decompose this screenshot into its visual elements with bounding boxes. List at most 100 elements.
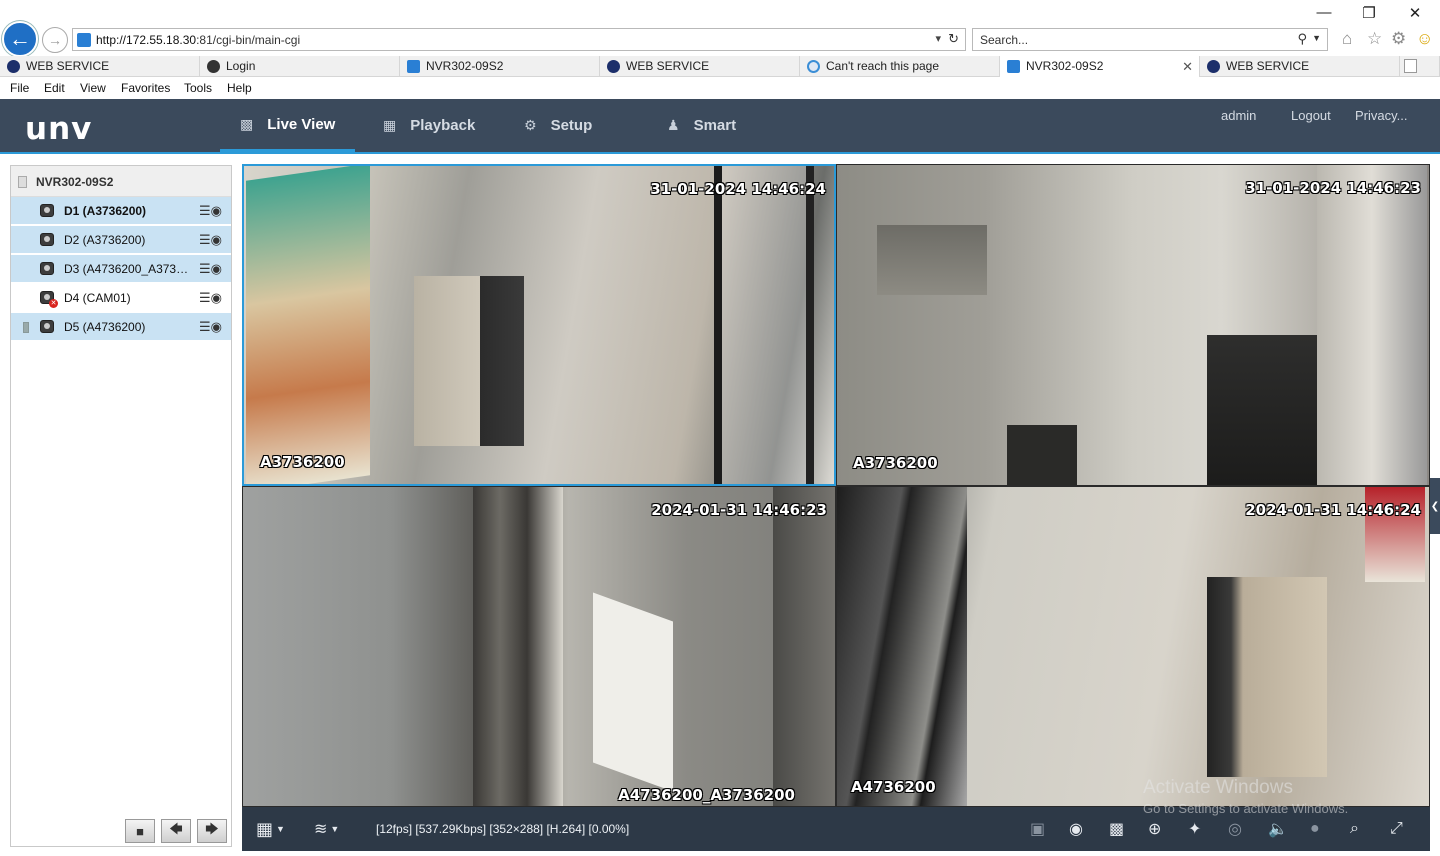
close-window-button[interactable]: ✕ bbox=[1400, 4, 1430, 22]
privacy-link[interactable]: Privacy... bbox=[1355, 108, 1408, 123]
camera-label: D2 (A3736200) bbox=[64, 233, 146, 247]
globe-icon bbox=[607, 60, 620, 73]
new-tab-button[interactable] bbox=[1400, 56, 1440, 77]
channel-osd: A4736200 bbox=[851, 778, 936, 796]
unv-logo: unv bbox=[25, 111, 93, 147]
3d-zoom-icon: ⌕ bbox=[1350, 820, 1359, 837]
home-icon[interactable]: ⌂ bbox=[1342, 29, 1352, 49]
refresh-icon[interactable]: ↻ bbox=[948, 31, 959, 47]
activate-windows-watermark: Activate Windows bbox=[1143, 777, 1293, 798]
video-tile-2[interactable]: 31-01-2024 14:46:23 A3736200 bbox=[836, 164, 1430, 486]
stop-all-button[interactable]: ■ bbox=[125, 819, 155, 843]
pillar bbox=[773, 487, 835, 806]
chevron-left-icon: ❮ bbox=[1430, 500, 1440, 512]
layout-grid-icon: ▦ bbox=[256, 818, 274, 839]
app-header: unv ▩ Live View ▦ Playback ⚙ Setup ♟ Smart a… bbox=[0, 99, 1440, 154]
stream-info-text: [12fps] [537.29Kbps] [352×288] [H.264] [… bbox=[376, 822, 630, 836]
stop-icon: ■ bbox=[136, 823, 144, 839]
smiley-feedback-icon[interactable]: ☺ bbox=[1416, 29, 1433, 49]
start-live-icon[interactable]: ☰◉ bbox=[199, 290, 222, 305]
electrical-panel bbox=[877, 225, 987, 295]
next-page-button[interactable]: 🡆 bbox=[197, 819, 227, 843]
poster-image bbox=[246, 166, 370, 484]
device-tree-root[interactable]: NVR302-09S2 bbox=[11, 166, 231, 197]
settings-gear-icon[interactable]: ⚙ bbox=[1391, 29, 1406, 49]
dropdown-arrow-icon: ▼ bbox=[330, 824, 340, 834]
timestamp-osd: 2024-01-31 14:46:23 bbox=[651, 501, 827, 519]
camera-row-d4[interactable]: ✕ D4 (CAM01) ☰◉ bbox=[11, 284, 231, 312]
forward-button[interactable]: → bbox=[42, 27, 68, 53]
camera-icon bbox=[40, 204, 54, 217]
search-icon[interactable]: ⚲ bbox=[1297, 31, 1307, 47]
camera-row-d2[interactable]: D2 (A3736200) ☰◉ bbox=[11, 226, 231, 254]
person-icon: ♟ bbox=[667, 117, 680, 133]
channel-osd: A3736200 bbox=[853, 454, 938, 472]
search-field[interactable]: Search... ⚲ ▼ bbox=[972, 28, 1328, 51]
3d-zoom-button[interactable]: ⌕ bbox=[1350, 807, 1359, 851]
snapshot-button[interactable]: ◉ bbox=[1069, 807, 1083, 851]
gear-icon: ⚙ bbox=[524, 117, 537, 133]
zoom-icon: ⊕ bbox=[1148, 821, 1162, 838]
camera-row-d5[interactable]: D5 (A4736200) ☰◉ bbox=[11, 313, 231, 341]
url-dropdown-icon[interactable]: ▾ bbox=[935, 32, 941, 45]
start-live-icon[interactable]: ☰◉ bbox=[199, 319, 222, 334]
menu-favorites[interactable]: Favorites bbox=[121, 81, 170, 95]
camera-row-d1[interactable]: D1 (A3736200) ☰◉ bbox=[11, 197, 231, 225]
url-field[interactable]: http://172.55.18.30:81/cgi-bin/main-cgi … bbox=[72, 28, 966, 51]
fullscreen-icon: ⤢ bbox=[1390, 820, 1403, 837]
browser-tab[interactable]: WEB SERVICE bbox=[600, 56, 800, 77]
camera-row-d3[interactable]: D3 (A4736200_A3736200) ☰◉ bbox=[11, 255, 231, 283]
nvr-device-icon bbox=[18, 176, 27, 188]
menu-bar: File Edit View Favorites Tools Help bbox=[0, 77, 1440, 99]
screen-button[interactable]: ▣ bbox=[1030, 807, 1045, 851]
screen-icon: ▣ bbox=[1030, 821, 1046, 838]
close-tab-icon[interactable]: ✕ bbox=[1182, 56, 1193, 77]
film-icon: ▦ bbox=[383, 117, 397, 133]
restore-button[interactable]: ❐ bbox=[1354, 4, 1384, 22]
start-live-icon[interactable]: ☰◉ bbox=[199, 232, 222, 247]
previous-page-button[interactable]: 🡄 bbox=[161, 819, 191, 843]
nav-smart[interactable]: ♟ Smart bbox=[667, 99, 736, 152]
window-frame bbox=[837, 487, 967, 806]
video-tile-3[interactable]: 2024-01-31 14:46:23 A4736200_A3736200 bbox=[242, 486, 836, 807]
browser-tab[interactable]: Login bbox=[200, 56, 400, 77]
menu-view[interactable]: View bbox=[80, 81, 106, 95]
menu-help[interactable]: Help bbox=[227, 81, 252, 95]
nav-setup[interactable]: ⚙ Setup bbox=[524, 99, 592, 152]
collapse-panel-button[interactable]: ❮ bbox=[1430, 478, 1440, 534]
notice-paper bbox=[593, 592, 673, 792]
browser-tab[interactable]: Can't reach this page bbox=[800, 56, 1000, 77]
menu-edit[interactable]: Edit bbox=[44, 81, 65, 95]
camera-label: D1 (A3736200) bbox=[64, 204, 147, 218]
back-button[interactable]: ← bbox=[2, 21, 38, 57]
start-live-icon[interactable]: ☰◉ bbox=[199, 261, 222, 276]
menu-tools[interactable]: Tools bbox=[184, 81, 212, 95]
minimize-button[interactable]: — bbox=[1309, 4, 1339, 21]
menu-file[interactable]: File bbox=[10, 81, 29, 95]
page-icon bbox=[1007, 60, 1020, 73]
favorites-star-icon[interactable]: ☆ bbox=[1367, 29, 1382, 49]
layout-button[interactable]: ▦ ▼ bbox=[256, 807, 285, 851]
focus-icon: ◎ bbox=[1228, 821, 1242, 838]
camera-icon bbox=[40, 320, 54, 333]
page-icon bbox=[407, 60, 420, 73]
nav-playback[interactable]: ▦ Playback bbox=[383, 99, 475, 152]
local-record-button[interactable]: ▩ bbox=[1109, 807, 1124, 851]
browser-tab[interactable]: NVR302-09S2 bbox=[400, 56, 600, 77]
search-dropdown-icon[interactable]: ▼ bbox=[1312, 33, 1321, 43]
video-tile-4[interactable]: 2024-01-31 14:46:24 A4736200 bbox=[836, 486, 1430, 807]
browser-tab[interactable]: WEB SERVICE bbox=[0, 56, 200, 77]
browser-tab[interactable]: WEB SERVICE bbox=[1200, 56, 1400, 77]
stream-type-button[interactable]: ≋ ▼ bbox=[314, 807, 339, 851]
user-name: admin bbox=[1221, 108, 1257, 123]
globe-icon bbox=[207, 60, 220, 73]
logout-link[interactable]: Logout bbox=[1291, 108, 1331, 123]
nav-live-view[interactable]: ▩ Live View bbox=[220, 99, 356, 152]
start-live-icon[interactable]: ☰◉ bbox=[199, 203, 222, 218]
back-arrow-icon: ← bbox=[9, 26, 31, 51]
video-tile-1[interactable]: 31-01-2024 14:46:24 A3736200 bbox=[242, 164, 836, 486]
mic-icon: ● bbox=[1310, 820, 1320, 837]
browser-tab-active[interactable]: NVR302-09S2 ✕ bbox=[1000, 56, 1200, 77]
fullscreen-button[interactable]: ⤢ bbox=[1390, 807, 1403, 851]
ie-icon bbox=[807, 60, 820, 73]
